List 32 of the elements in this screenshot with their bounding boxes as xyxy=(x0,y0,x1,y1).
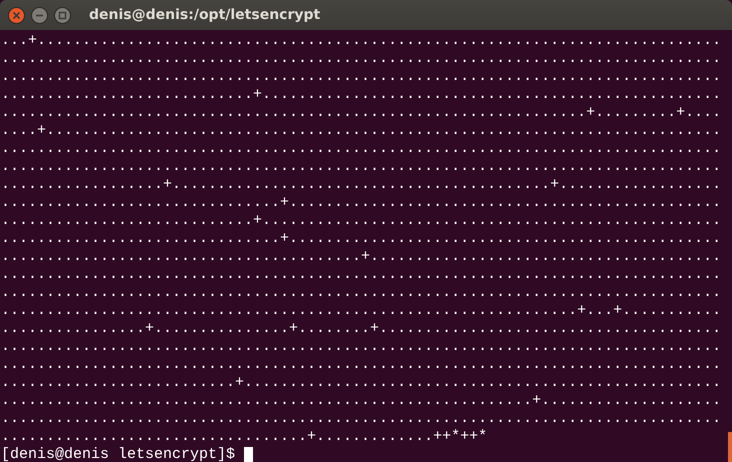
scrollbar[interactable] xyxy=(728,432,732,462)
terminal-line: ...............................+................................................ xyxy=(1,230,722,248)
terminal-line: ....+........................................................................... xyxy=(1,122,722,140)
terminal-line: ................................................................................ xyxy=(1,284,722,302)
terminal-line: ............................+................................................... xyxy=(1,212,722,230)
close-icon xyxy=(12,10,21,20)
shell-prompt: [denis@denis letsencrypt]$ xyxy=(1,446,236,462)
terminal-line: ................................................................................ xyxy=(1,140,722,158)
terminal-line: .................................................................+.........+.... xyxy=(1,104,722,122)
terminal-line: ..................................+.............++*++* xyxy=(1,428,488,446)
terminal-line: ...+............................................................................ xyxy=(1,32,722,50)
terminal-line: ................................................................................ xyxy=(1,266,722,284)
terminal-line: ............................+................................................... xyxy=(1,86,722,104)
terminal-line: ................................................................................ xyxy=(1,68,722,86)
terminal-line: ................................................................................ xyxy=(1,50,722,68)
terminal-line: ................................................................................ xyxy=(1,356,722,374)
terminal-line: ................+...............+........+...................................... xyxy=(1,320,722,338)
terminal-line: ........................................+....................................... xyxy=(1,248,722,266)
terminal-line: ................................................................................ xyxy=(1,338,722,356)
terminal-line: ..................+..........................................+.................. xyxy=(1,176,722,194)
minimize-button[interactable] xyxy=(31,6,48,24)
maximize-button[interactable] xyxy=(54,6,71,24)
terminal-line: ..........................+..................................................... xyxy=(1,374,722,392)
text-cursor xyxy=(244,447,254,462)
terminal-line: ................................................................................ xyxy=(1,158,722,176)
window-title: denis@denis:/opt/letsencrypt xyxy=(89,7,320,23)
terminal-line: ................................................................+...+........... xyxy=(1,302,722,320)
terminal-line: ................................................................................ xyxy=(1,410,722,428)
maximize-icon xyxy=(58,10,67,20)
terminal-line: ...............................+................................................ xyxy=(1,194,722,212)
terminal-line: ...........................................................+.................... xyxy=(1,392,722,410)
close-button[interactable] xyxy=(8,6,25,24)
